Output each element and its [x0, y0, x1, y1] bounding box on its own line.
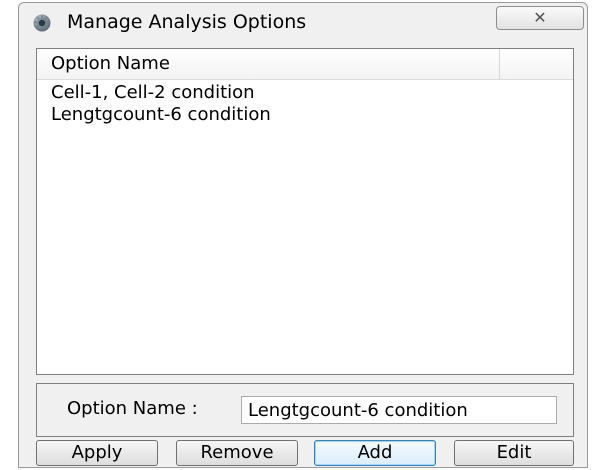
app-gear-icon — [33, 14, 51, 32]
window-title: Manage Analysis Options — [67, 11, 307, 33]
close-icon: ✕ — [533, 8, 547, 27]
option-name-panel: Option Name : — [36, 383, 574, 437]
options-list[interactable]: Option Name Cell-1, Cell-2 condition Len… — [36, 48, 574, 375]
column-header-label: Option Name — [51, 53, 170, 74]
list-item[interactable]: Cell-1, Cell-2 condition — [51, 82, 255, 103]
remove-button[interactable]: Remove — [176, 440, 298, 466]
edit-button[interactable]: Edit — [454, 440, 574, 466]
apply-button[interactable]: Apply — [36, 440, 158, 466]
list-header: Option Name — [37, 49, 573, 80]
add-button[interactable]: Add — [314, 440, 436, 466]
title-bar[interactable]: Manage Analysis Options ✕ — [19, 3, 587, 41]
option-name-input[interactable] — [241, 396, 557, 424]
close-button[interactable]: ✕ — [496, 6, 584, 30]
column-header-option-name[interactable]: Option Name — [37, 49, 500, 79]
option-name-label: Option Name : — [67, 398, 198, 419]
dialog-window: Manage Analysis Options ✕ Option Name Ce… — [18, 2, 588, 468]
list-item[interactable]: Lengtgcount-6 condition — [51, 104, 271, 125]
column-header-filler — [500, 49, 573, 79]
